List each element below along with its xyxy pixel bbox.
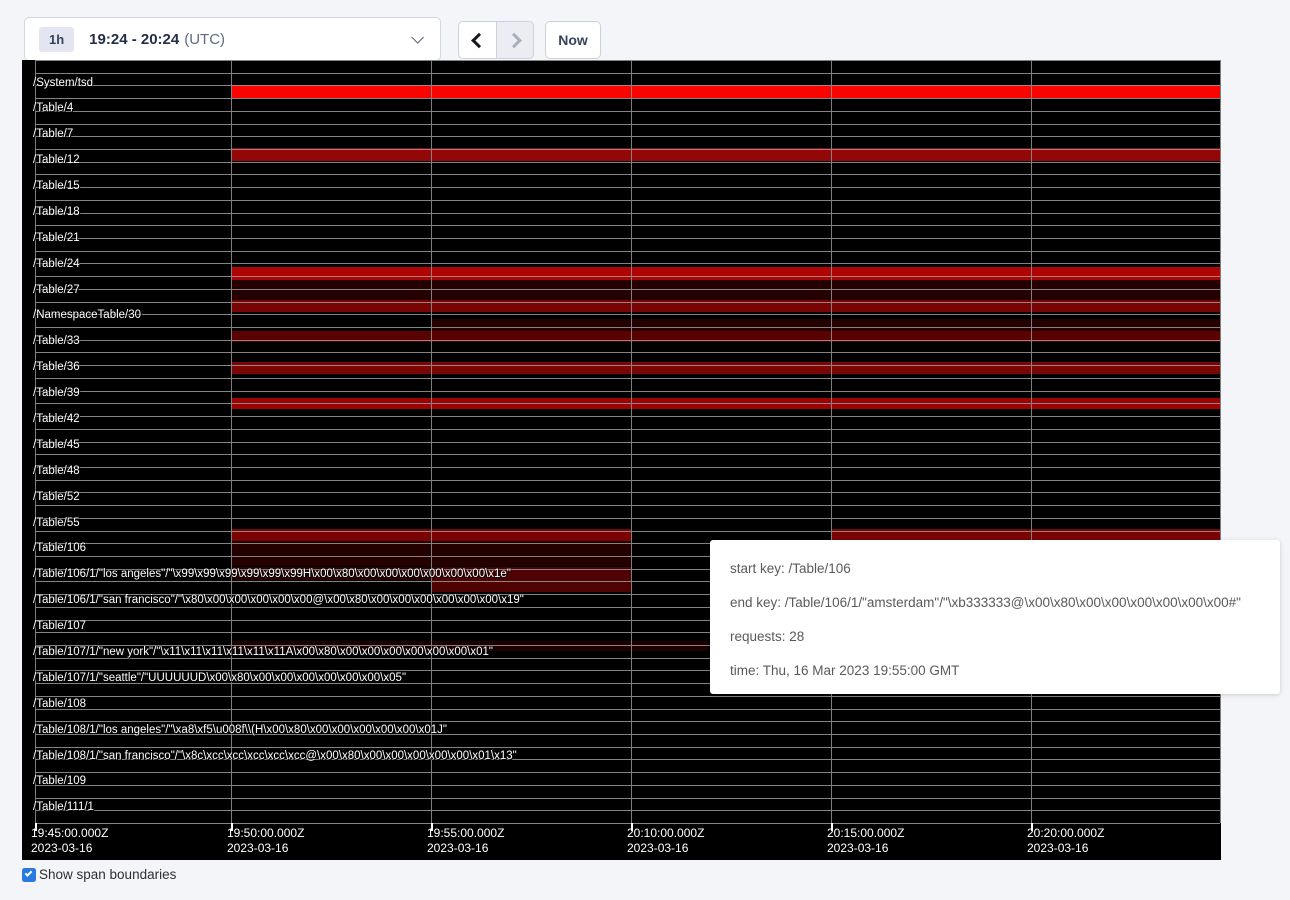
axis-label: 19:55:00.000Z2023-03-16 <box>427 826 504 856</box>
now-button[interactable]: Now <box>545 21 601 59</box>
axis-date-label: 2023-03-16 <box>227 841 304 856</box>
axis-label: 20:20:00.000Z2023-03-16 <box>1027 826 1104 856</box>
chevron-right-icon <box>506 32 522 48</box>
axis-time-label: 19:55:00.000Z <box>427 826 504 841</box>
axis-time-label: 19:45:00.000Z <box>31 826 108 841</box>
prev-button[interactable] <box>458 21 496 59</box>
time-range-select[interactable]: 1h 19:24 - 20:24 (UTC) <box>24 17 441 61</box>
axis-label: 19:50:00.000Z2023-03-16 <box>227 826 304 856</box>
heatmap-x-axis-layer: 19:45:00.000Z2023-03-1619:50:00.000Z2023… <box>22 60 1221 860</box>
toolbar: 1h 19:24 - 20:24 (UTC) Now <box>0 0 1290 60</box>
show-span-boundaries-label: Show span boundaries <box>39 867 176 882</box>
axis-date-label: 2023-03-16 <box>427 841 504 856</box>
next-button[interactable] <box>496 21 534 59</box>
footer: Show span boundaries <box>22 867 176 882</box>
tooltip-start-key: start key: /Table/106 <box>730 552 1260 586</box>
time-range-badge: 1h <box>39 27 74 52</box>
axis-time-label: 20:20:00.000Z <box>1027 826 1104 841</box>
axis-time-label: 20:10:00.000Z <box>627 826 704 841</box>
time-range-text: 19:24 - 20:24 <box>89 31 179 48</box>
axis-label: 19:45:00.000Z2023-03-16 <box>31 826 108 856</box>
axis-label: 20:15:00.000Z2023-03-16 <box>827 826 904 856</box>
time-nav-group <box>458 21 534 59</box>
axis-time-label: 19:50:00.000Z <box>227 826 304 841</box>
key-visualizer-page: 1h 19:24 - 20:24 (UTC) Now /System/tsd/T… <box>0 0 1290 900</box>
time-range-zone: (UTC) <box>184 31 225 48</box>
tooltip-requests: requests: 28 <box>730 620 1260 654</box>
axis-date-label: 2023-03-16 <box>31 841 108 856</box>
tooltip-end-key: end key: /Table/106/1/"amsterdam"/"\xb33… <box>730 586 1260 620</box>
chevron-down-icon <box>411 31 424 44</box>
chevron-left-icon <box>471 32 487 48</box>
show-span-boundaries-checkbox[interactable] <box>22 868 36 882</box>
key-visualizer-canvas[interactable]: /System/tsd/Table/4/Table/7/Table/12/Tab… <box>22 60 1221 860</box>
checkmark-icon <box>25 869 33 877</box>
axis-date-label: 2023-03-16 <box>1027 841 1104 856</box>
axis-label: 20:10:00.000Z2023-03-16 <box>627 826 704 856</box>
tooltip-time: time: Thu, 16 Mar 2023 19:55:00 GMT <box>730 654 1260 688</box>
axis-time-label: 20:15:00.000Z <box>827 826 904 841</box>
axis-date-label: 2023-03-16 <box>627 841 704 856</box>
tooltip: start key: /Table/106 end key: /Table/10… <box>710 540 1280 694</box>
axis-date-label: 2023-03-16 <box>827 841 904 856</box>
